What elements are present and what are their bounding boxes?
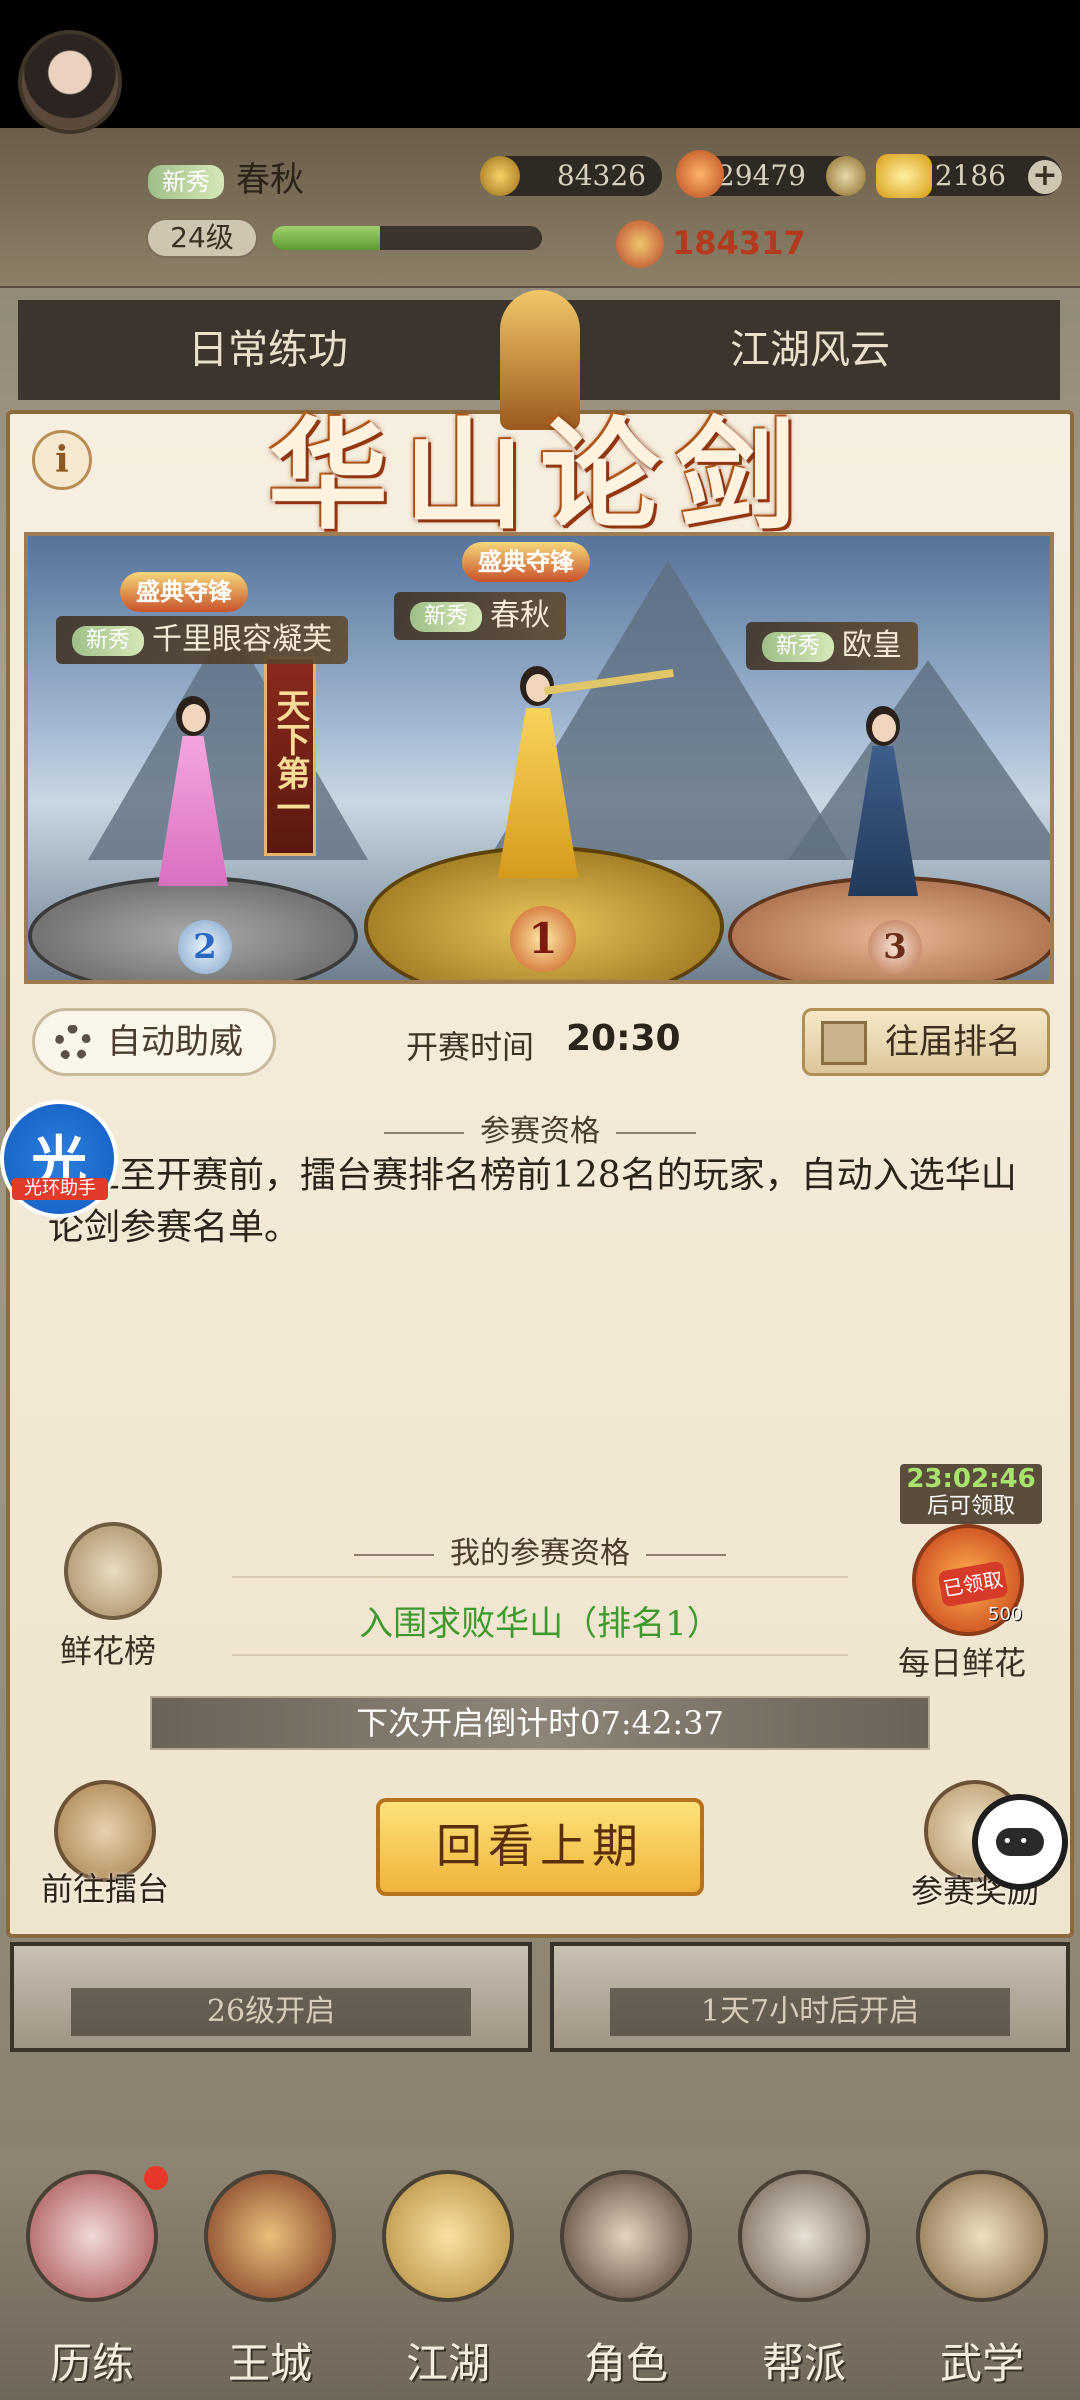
chat-icon[interactable] (972, 1794, 1068, 1890)
face (872, 714, 896, 742)
rank-badge-1: 1 (510, 906, 576, 972)
crown-badge-second: 盛典夺锋 (120, 572, 248, 612)
crown-badge-first: 盛典夺锋 (462, 542, 590, 582)
nav-item-jianghu[interactable]: 江湖 (362, 2150, 534, 2400)
player-name: 新秀 春秋 (148, 152, 304, 201)
countdown-note: 后可领取 (926, 1494, 1015, 1519)
start-time-label: 开赛时间 (406, 1028, 535, 1066)
assistant-label: 光环助手 (12, 1178, 108, 1200)
daily-flower-countdown: 23:02:46 后可领取 (900, 1464, 1042, 1524)
nav-label: 武学 (939, 2339, 1024, 2388)
qualification-header-text: 参赛资格 (480, 1114, 600, 1149)
status-bar (0, 0, 1080, 128)
past-ranking-button[interactable]: 往届排名 (802, 1008, 1050, 1076)
mountain (788, 660, 1050, 860)
podium-scene: 2 1 3 天下第一 盛典夺锋 盛典夺锋 新秀 千里眼容凝芙 新秀 春秋 新秀 欧皇 (24, 532, 1054, 984)
countdown-time: 23:02:46 (906, 1464, 1036, 1494)
nav-label: 江湖 (405, 2339, 490, 2388)
plus-icon[interactable]: + (1028, 160, 1062, 194)
auto-cheer-label: 自动助威 (107, 1022, 243, 1062)
qualification-text: 截止至开赛前，擂台赛排名榜前128名的玩家，自动入选华山论剑参赛名单。 (48, 1155, 1017, 1248)
locked-feature-text: 1天7小时后开启 (610, 1988, 1010, 2036)
rank-tag: 新秀 (148, 165, 224, 199)
flower-board-icon[interactable] (64, 1522, 162, 1620)
rank-badge-2: 2 (178, 920, 232, 974)
divider (354, 1554, 434, 1556)
daily-flower-label[interactable]: 每日鲜花 (898, 1638, 1026, 1684)
character-icon (560, 2170, 692, 2302)
training-icon (26, 2170, 158, 2302)
rank-tag: 新秀 (72, 626, 145, 656)
plaque-second: 新秀 千里眼容凝芙 (56, 616, 349, 664)
past-ranking-label: 往届排名 (885, 1022, 1021, 1062)
nav-item-martial-arts[interactable]: 武学 (896, 2150, 1068, 2400)
divider (646, 1554, 726, 1556)
auto-cheer-button[interactable]: 自动助威 (32, 1008, 276, 1076)
my-qualification-header-text: 我的参赛资格 (450, 1536, 630, 1571)
nav-item-royal-city[interactable]: 王城 (184, 2150, 356, 2400)
assistant-overlay-button[interactable]: 光 光环助手 (0, 1100, 118, 1218)
face (182, 704, 206, 732)
divider (232, 1654, 848, 1656)
start-time-value: 20:30 (566, 1018, 681, 1059)
chat-dots (996, 1828, 1044, 1884)
player-name: 欧皇 (842, 628, 903, 663)
review-last-season-button[interactable]: 回看上期 (376, 1798, 704, 1896)
locked-feature-text: 26级开启 (70, 1988, 472, 2036)
claimed-tag: 已领取 (937, 1560, 1009, 1608)
vitality-icon (676, 150, 724, 198)
next-open-countdown: 下次开启倒计时07:42:37 (150, 1696, 930, 1750)
power-value: 184317 (672, 224, 806, 262)
qualification-header: 参赛资格 (240, 1106, 840, 1150)
flower-count: 500 (988, 1604, 1023, 1625)
avatar[interactable] (18, 30, 122, 134)
divider (616, 1132, 696, 1134)
player-name: 千里眼容凝芙 (152, 622, 333, 657)
nav-label: 王城 (227, 2339, 312, 2388)
first-place-banner: 天下第一 (264, 656, 316, 856)
nav-label: 角色 (583, 2339, 668, 2388)
ranking-icon (821, 1021, 867, 1065)
royal-city-icon (204, 2170, 336, 2302)
divider (232, 1576, 848, 1578)
nav-item-guild[interactable]: 帮派 (718, 2150, 890, 2400)
nav-label: 帮派 (761, 2339, 846, 2388)
plaque-third: 新秀 欧皇 (746, 622, 919, 670)
martial-arts-icon (916, 2170, 1048, 2302)
locked-feature-banner[interactable]: 1天7小时后开启 (550, 1942, 1070, 2052)
rank-badge-3: 3 (868, 920, 922, 974)
my-qualification-value: 入围求败华山（排名1） (359, 1604, 721, 1644)
player-name: 春秋 (490, 598, 551, 633)
rank-tag: 新秀 (410, 602, 483, 632)
guild-icon (738, 2170, 870, 2302)
divider (384, 1132, 464, 1134)
nav-label: 历练 (49, 2339, 134, 2388)
nav-item-character[interactable]: 角色 (540, 2150, 712, 2400)
rank-tag: 新秀 (762, 632, 835, 662)
flower-board-label[interactable]: 鲜花榜 (60, 1626, 156, 1672)
vitality-add-icon[interactable] (826, 156, 866, 196)
my-qualification-header: 我的参赛资格 (240, 1528, 840, 1572)
coin-icon (480, 156, 520, 196)
exp-fill (272, 226, 380, 250)
power-icon (616, 220, 664, 268)
plaque-first: 新秀 春秋 (394, 592, 567, 640)
level-badge: 24级 (146, 218, 258, 258)
exp-bar (272, 226, 542, 250)
panel-title: 华山论剑 (268, 405, 812, 546)
player-name-text: 春秋 (236, 160, 304, 200)
gold-icon (876, 154, 932, 198)
gear-icon (55, 1025, 91, 1061)
jianghu-icon (382, 2170, 514, 2302)
locked-feature-banner[interactable]: 26级开启 (10, 1942, 532, 2052)
info-icon[interactable]: i (32, 430, 92, 490)
go-arena-label[interactable]: 前往擂台 (30, 1864, 180, 1910)
notification-dot (144, 2166, 168, 2190)
